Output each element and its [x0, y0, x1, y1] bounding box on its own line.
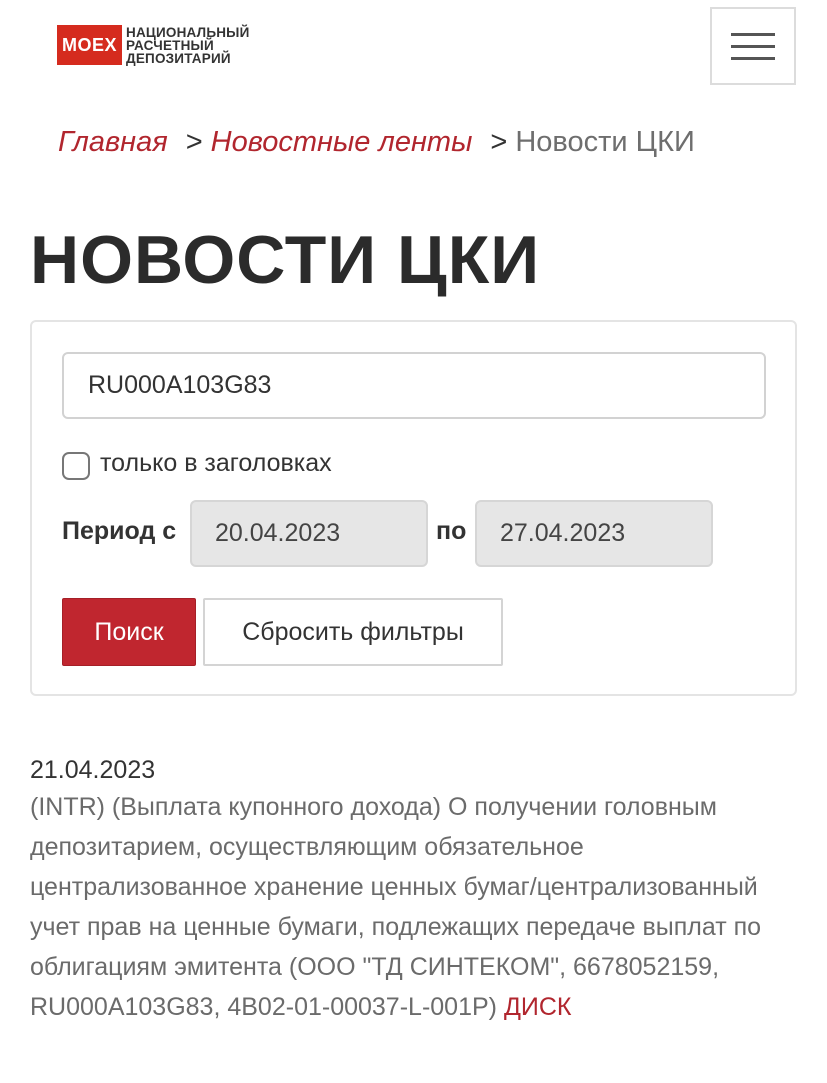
site-header: MOEX Национальный расчетный депозитарий: [0, 0, 827, 100]
news-source-link[interactable]: ДИСК: [504, 993, 572, 1021]
news-text-block: (INTR) (Выплата купонного дохода) О полу…: [30, 787, 800, 1027]
hamburger-icon: [731, 32, 775, 36]
hamburger-menu-button[interactable]: [710, 7, 796, 85]
logo-line-1: Национальный: [126, 24, 250, 40]
date-to-input[interactable]: [475, 500, 713, 567]
breadcrumb: Главная > Новостные ленты > Новости ЦКИ: [58, 126, 695, 159]
news-item: 21.04.2023 (INTR) (Выплата купонного дох…: [30, 754, 800, 1027]
filter-panel: только в заголовках Период с по Поиск Сб…: [30, 320, 797, 696]
hamburger-icon-bar: [731, 56, 775, 60]
news-date: 21.04.2023: [30, 756, 156, 784]
titles-only-checkbox[interactable]: [62, 452, 90, 480]
logo-text: Национальный расчетный депозитарий: [126, 24, 250, 66]
moex-logo[interactable]: MOEX Национальный расчетный депозитарий: [57, 25, 250, 65]
breadcrumb-separator: >: [185, 126, 203, 158]
date-from-input[interactable]: [190, 500, 428, 567]
reset-filters-button[interactable]: Сбросить фильтры: [203, 598, 503, 666]
period-from-label: Период с: [62, 517, 177, 545]
page-title: НОВОСТИ ЦКИ: [30, 222, 541, 298]
logo-line-2: расчетный: [126, 37, 214, 53]
logo-mark: MOEX: [57, 25, 123, 65]
breadcrumb-current: Новости ЦКИ: [515, 126, 695, 158]
logo-line-3: депозитарий: [126, 50, 231, 66]
period-to-label: по: [436, 517, 467, 545]
search-button[interactable]: Поиск: [62, 598, 196, 666]
titles-only-option[interactable]: только в заголовках: [62, 446, 332, 480]
hamburger-icon-bar: [731, 44, 775, 48]
breadcrumb-home-link[interactable]: Главная: [58, 126, 168, 158]
breadcrumb-separator: >: [490, 126, 508, 158]
titles-only-label: только в заголовках: [100, 448, 332, 477]
search-input[interactable]: [62, 352, 766, 419]
news-text: (INTR) (Выплата купонного дохода) О полу…: [30, 793, 762, 1021]
breadcrumb-news-feeds-link[interactable]: Новостные ленты: [211, 126, 473, 158]
